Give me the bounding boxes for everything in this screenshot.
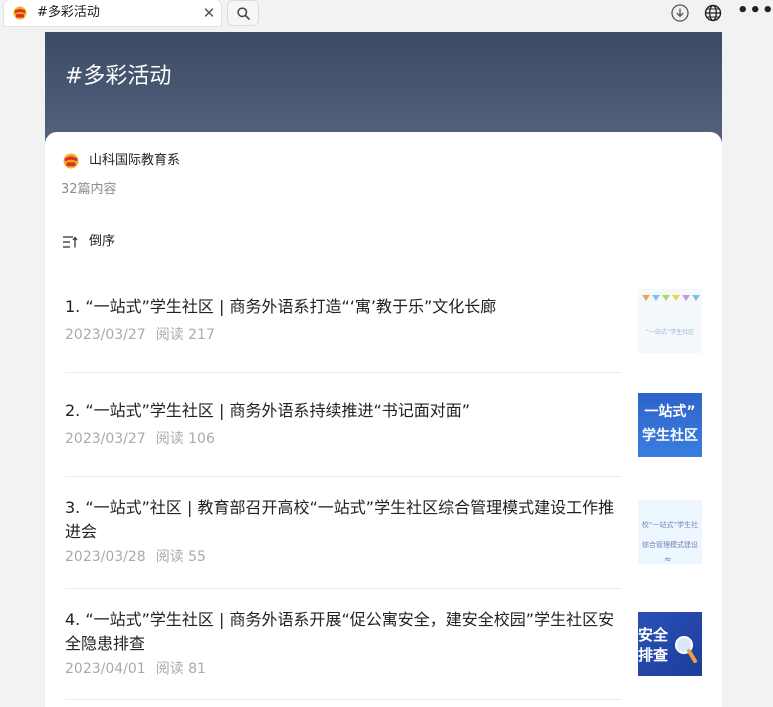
article-meta: 2023/03/28 阅读 55 (65, 547, 206, 567)
search-button[interactable] (227, 0, 259, 26)
thumbnail-caption: 校“一站式”学生社 (641, 521, 699, 529)
thumbnail-caption: 综合管理模式建设 (642, 541, 698, 549)
browser-top-bar: #多彩活动 ✕ ••• (0, 0, 773, 26)
article-thumbnail[interactable]: “一站式”学生社区 (638, 289, 702, 353)
bunting-flag-icon (692, 295, 700, 301)
article-title[interactable]: 4. “一站式”学生社区 | 商务外语系开展“促公寓安全，建安全校园”学生社区安… (65, 608, 625, 656)
page-title: #多彩活动 (65, 64, 172, 89)
article-meta: 2023/03/27 阅读 106 (65, 429, 215, 449)
article-reads: 阅读 55 (155, 549, 206, 565)
article-item[interactable]: 2. “一站式”学生社区 | 商务外语系持续推进“书记面对面” 2023/03/… (65, 393, 703, 457)
thumbnail-caption: “一站式”学生社区 (645, 329, 695, 336)
divider (65, 699, 622, 700)
bunting-flag-icon (662, 295, 670, 301)
globe-icon[interactable] (703, 3, 723, 23)
article-title[interactable]: 2. “一站式”学生社区 | 商务外语系持续推进“书记面对面” (65, 399, 625, 423)
article-reads: 阅读 81 (155, 661, 206, 677)
collection-card: 山科国际教育系 32篇内容 倒序 1. “一站式”学生社区 | 商务外语系打造“… (45, 132, 722, 707)
article-meta: 2023/04/01 阅读 81 (65, 659, 206, 679)
wave-decoration-icon: ≈ (664, 555, 672, 564)
thumbnail-caption: 学生社区 (642, 428, 698, 444)
article-thumbnail[interactable]: 一站式” 学生社区 (638, 393, 702, 457)
article-count: 32篇内容 (61, 182, 117, 197)
article-title[interactable]: 1. “一站式”学生社区 | 商务外语系打造“‘寓’教于乐”文化长廊 (65, 295, 625, 319)
article-date: 2023/03/27 (65, 431, 146, 447)
article-item[interactable]: 1. “一站式”学生社区 | 商务外语系打造“‘寓’教于乐”文化长廊 2023/… (65, 289, 703, 353)
divider (65, 372, 622, 373)
article-item[interactable]: 3. “一站式”社区 | 教育部召开高校“一站式”学生社区综合管理模式建设工作推… (65, 495, 703, 573)
league-badge-icon (13, 6, 27, 20)
league-badge-icon (63, 153, 79, 169)
close-icon[interactable]: ✕ (201, 5, 217, 21)
article-title[interactable]: 3. “一站式”社区 | 教育部召开高校“一站式”学生社区综合管理模式建设工作推… (65, 496, 625, 544)
bunting-flag-icon (672, 295, 680, 301)
download-icon[interactable] (670, 3, 690, 23)
magnifier-icon (675, 636, 697, 663)
article-reads: 阅读 217 (155, 327, 215, 343)
article-collection-page: #多彩活动 山科国际教育系 32篇内容 倒序 1. “一站式”学生社区 | 商务… (45, 32, 722, 707)
sort-icon (63, 236, 78, 248)
thumbnail-caption: 安全 (638, 626, 669, 644)
more-icon[interactable]: ••• (737, 2, 773, 23)
article-thumbnail[interactable]: 校“一站式”学生社 综合管理模式建设 ≈ (638, 500, 702, 564)
search-icon (237, 7, 250, 20)
divider (65, 476, 622, 477)
article-date: 2023/04/01 (65, 661, 146, 677)
article-reads: 阅读 106 (155, 431, 215, 447)
account-name[interactable]: 山科国际教育系 (89, 151, 180, 171)
divider (65, 588, 622, 589)
sort-label: 倒序 (89, 234, 116, 249)
article-item[interactable]: 4. “一站式”学生社区 | 商务外语系开展“促公寓安全，建安全校园”学生社区安… (65, 607, 703, 685)
bunting-flag-icon (652, 295, 660, 301)
browser-tab[interactable]: #多彩活动 ✕ (4, 0, 221, 26)
bunting-flag-icon (682, 295, 690, 301)
tab-title: #多彩活动 (37, 5, 100, 20)
thumbnail-caption: 排查 (638, 646, 669, 664)
article-date: 2023/03/28 (65, 549, 146, 565)
thumbnail-caption: 一站式” (644, 404, 696, 420)
bunting-flag-icon (642, 295, 650, 301)
article-date: 2023/03/27 (65, 327, 146, 343)
article-meta: 2023/03/27 阅读 217 (65, 325, 215, 345)
article-thumbnail[interactable]: 安全 排查 (638, 612, 702, 676)
